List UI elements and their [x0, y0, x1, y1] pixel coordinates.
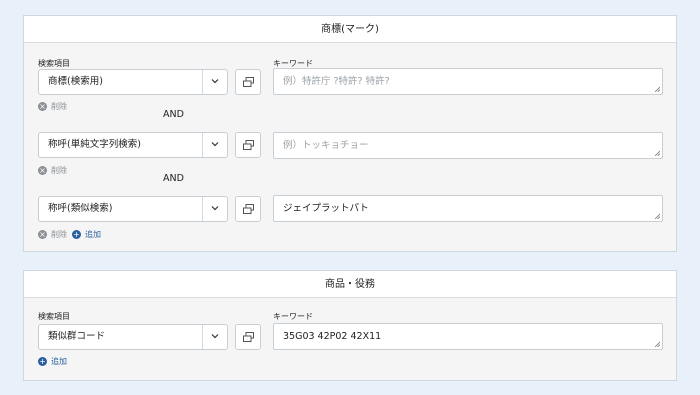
- goods-services-panel: 商品・役務 検索項目 キーワード 類似群コード 35G03 42P02 42X1…: [23, 270, 677, 381]
- resize-grip-icon[interactable]: [654, 213, 660, 219]
- search-field-value: 称呼(類似検索): [48, 203, 113, 214]
- keyword-input-1[interactable]: 例）特許庁 ?特許? 特許?: [273, 68, 663, 95]
- keyword-value: ジェイプラットパト: [283, 203, 369, 214]
- resize-grip-icon[interactable]: [654, 341, 660, 347]
- copy-icon: [243, 332, 254, 342]
- resize-grip-icon[interactable]: [654, 86, 660, 92]
- add-label: 追加: [51, 357, 67, 366]
- chevron-down-icon: [211, 206, 219, 211]
- goods-search-field-select[interactable]: 類似群コード: [38, 324, 228, 350]
- remove-icon: ×: [38, 102, 47, 111]
- plus-icon: +: [72, 230, 81, 239]
- delete-button-1[interactable]: × 削除: [38, 101, 67, 112]
- search-field-select-3[interactable]: 称呼(類似検索): [38, 196, 228, 222]
- delete-label: 削除: [51, 230, 67, 239]
- search-field-value: 類似群コード: [48, 331, 106, 342]
- keyword-placeholder: 例）特許庁 ?特許? 特許?: [283, 76, 390, 87]
- goods-keyword-input[interactable]: 35G03 42P02 42X11: [273, 323, 663, 350]
- trademark-panel: 商標(マーク) 検索項目 キーワード 商標(検索用) 例）特許庁 ?特許? 特許…: [23, 15, 677, 252]
- remove-icon: ×: [38, 230, 47, 239]
- and-operator: AND: [163, 109, 184, 120]
- search-field-label: 検索項目: [38, 312, 70, 321]
- add-row-button[interactable]: + 追加: [72, 229, 101, 240]
- plus-icon: +: [38, 357, 47, 366]
- goods-panel-title: 商品・役務: [24, 271, 676, 298]
- keyword-label: キーワード: [273, 312, 313, 321]
- keyword-placeholder: 例）トッキョチョー: [283, 140, 369, 151]
- delete-label: 削除: [51, 166, 67, 175]
- and-operator: AND: [163, 173, 184, 184]
- keyword-input-2[interactable]: 例）トッキョチョー: [273, 132, 663, 159]
- chevron-down-icon: [211, 334, 219, 339]
- goods-copy-row-button[interactable]: [235, 324, 261, 350]
- delete-button-2[interactable]: × 削除: [38, 165, 67, 176]
- keyword-input-3[interactable]: ジェイプラットパト: [273, 195, 663, 222]
- resize-grip-icon[interactable]: [654, 150, 660, 156]
- delete-label: 削除: [51, 102, 67, 111]
- keyword-value: 35G03 42P02 42X11: [283, 331, 382, 342]
- copy-icon: [243, 204, 254, 214]
- add-label: 追加: [85, 230, 101, 239]
- copy-row-button-3[interactable]: [235, 196, 261, 222]
- copy-row-button-1[interactable]: [235, 69, 261, 95]
- chevron-down-icon: [211, 79, 219, 84]
- copy-icon: [243, 77, 254, 87]
- goods-add-row-button[interactable]: + 追加: [38, 356, 67, 367]
- search-field-select-2[interactable]: 称呼(単純文字列検索): [38, 132, 228, 158]
- remove-icon: ×: [38, 166, 47, 175]
- copy-icon: [243, 140, 254, 150]
- search-field-select-1[interactable]: 商標(検索用): [38, 69, 228, 95]
- search-field-value: 商標(検索用): [48, 76, 103, 87]
- chevron-down-icon: [211, 142, 219, 147]
- trademark-panel-title: 商標(マーク): [24, 16, 676, 43]
- copy-row-button-2[interactable]: [235, 132, 261, 158]
- search-field-value: 称呼(単純文字列検索): [48, 139, 141, 150]
- search-field-label: 検索項目: [38, 59, 70, 68]
- delete-button-3[interactable]: × 削除: [38, 229, 67, 240]
